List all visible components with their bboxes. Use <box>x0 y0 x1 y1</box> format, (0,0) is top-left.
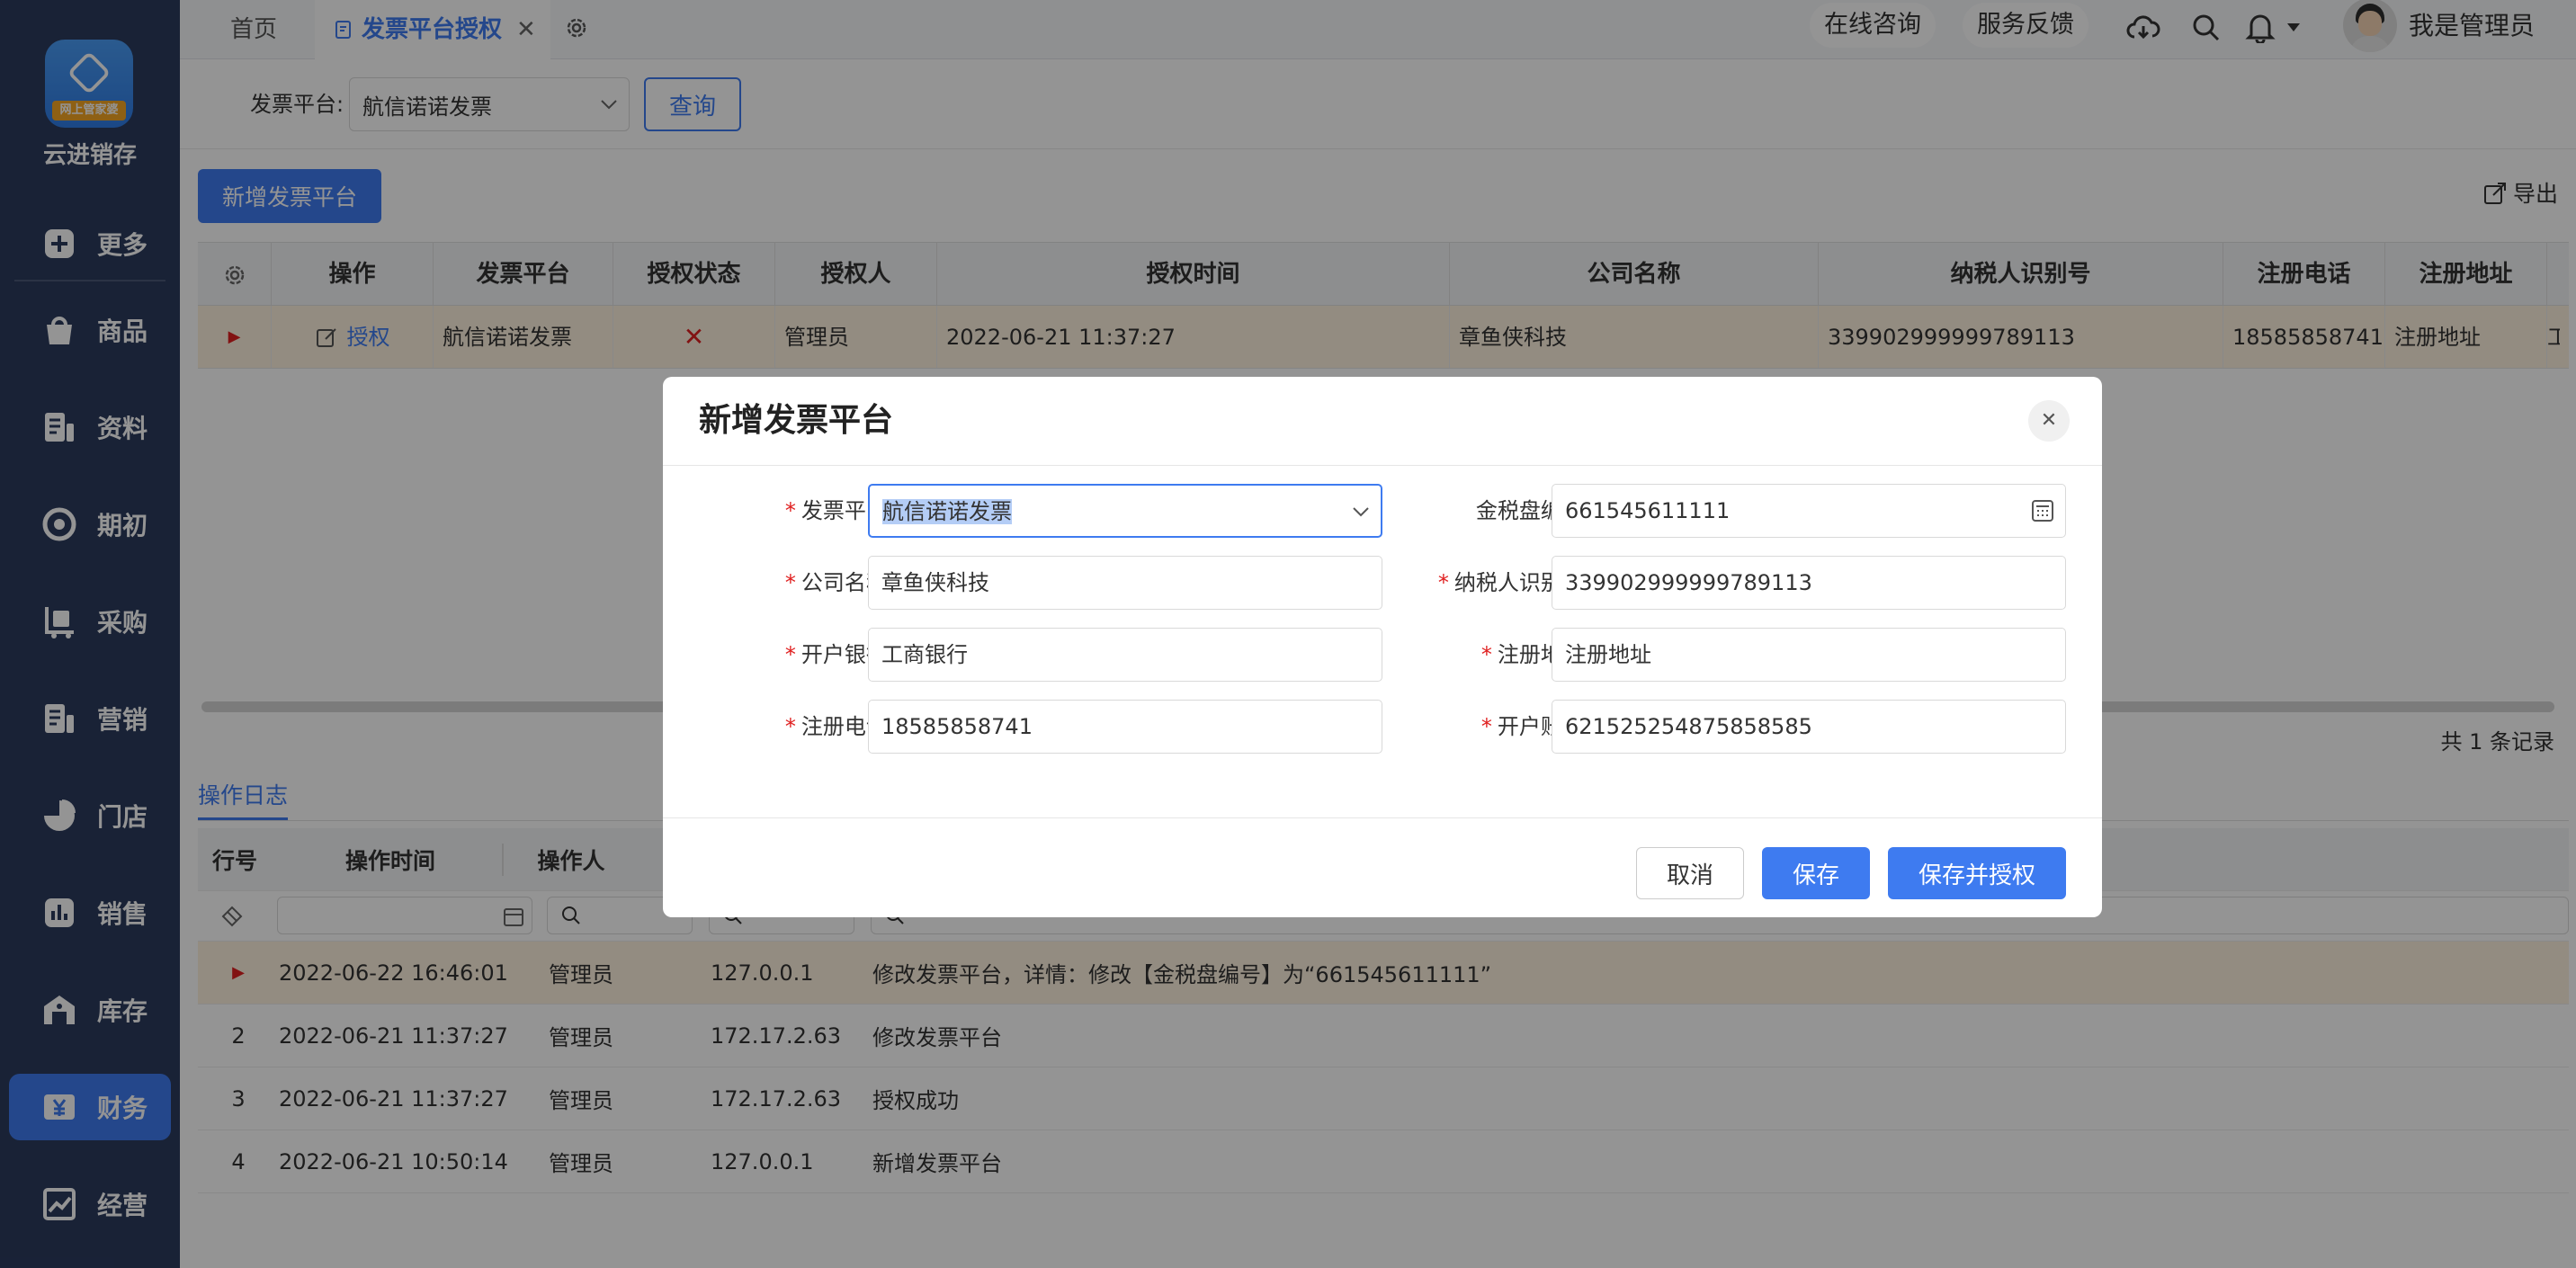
calculator-icon[interactable] <box>2031 499 2054 522</box>
platform-dropdown[interactable]: 航信诺诺发票 <box>868 484 1382 538</box>
close-icon[interactable]: ✕ <box>2028 400 2070 442</box>
disk-no-value: 661545611111 <box>1565 498 1731 523</box>
save-button[interactable]: 保存 <box>1762 847 1870 899</box>
bank-input[interactable]: 工商银行 <box>868 628 1382 682</box>
add-platform-dialog: 新增发票平台 ✕ * 发票平台: 航信诺诺发票 金税盘编号: 6615456111… <box>663 377 2102 917</box>
phone-input[interactable]: 18585858741 <box>868 700 1382 754</box>
required-mark: * <box>1437 570 1449 595</box>
cancel-button[interactable]: 取消 <box>1636 847 1744 899</box>
address-input[interactable]: 注册地址 <box>1552 628 2066 682</box>
required-mark: * <box>784 570 796 595</box>
company-label: * 公司名称: <box>699 556 895 610</box>
platform-label: * 发票平台: <box>699 484 895 538</box>
required-mark: * <box>1480 642 1492 667</box>
required-mark: * <box>1480 714 1492 739</box>
dialog-title: 新增发票平台 <box>699 402 894 439</box>
platform-dropdown-value: 航信诺诺发票 <box>882 499 1012 524</box>
account-input[interactable]: 621525254875858585 <box>1552 700 2066 754</box>
bank-label: * 开户银行: <box>699 628 895 682</box>
save-and-authorize-button[interactable]: 保存并授权 <box>1888 847 2066 899</box>
required-mark: * <box>784 498 796 523</box>
tax-id-input[interactable]: 339902999999789113 <box>1552 556 2066 610</box>
disk-no-input[interactable]: 661545611111 <box>1552 484 2066 538</box>
required-mark: * <box>784 642 796 667</box>
company-input[interactable]: 章鱼侠科技 <box>868 556 1382 610</box>
required-mark: * <box>784 714 796 739</box>
chevron-down-icon <box>1353 507 1369 517</box>
phone-label: * 注册电话: <box>699 700 895 754</box>
